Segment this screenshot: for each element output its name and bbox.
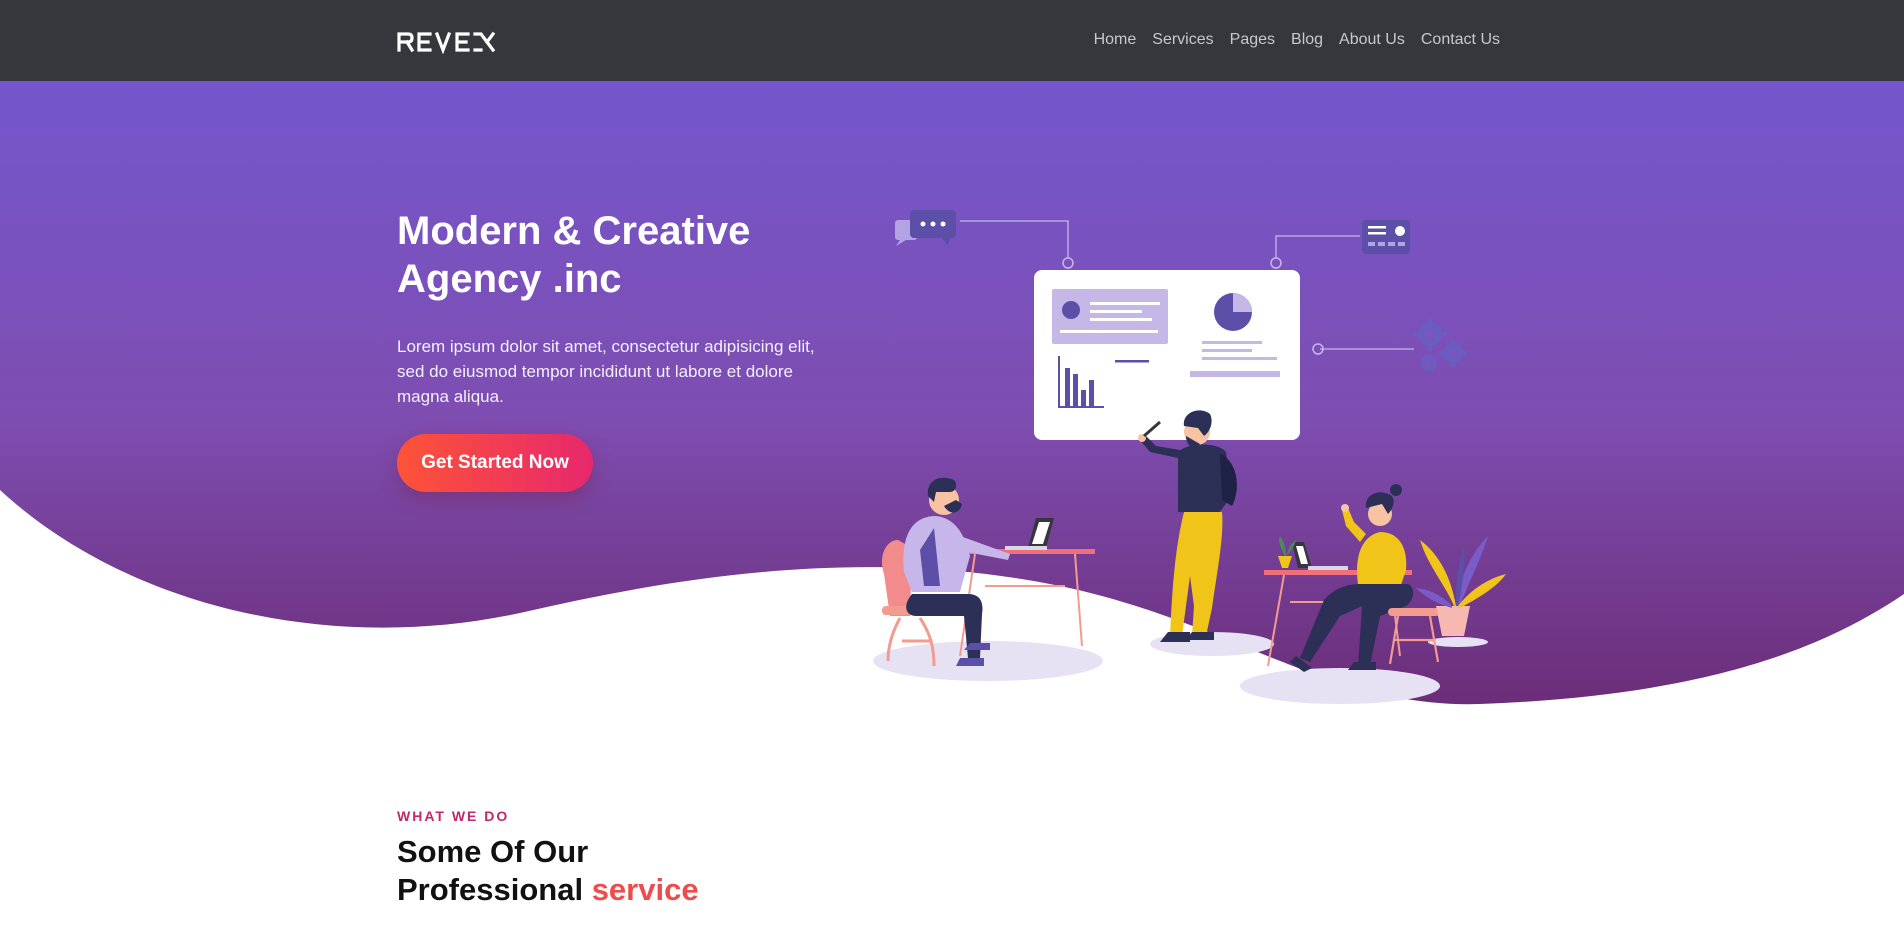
- nav-pages[interactable]: Pages: [1230, 28, 1275, 52]
- pie-chart-icon: [1214, 293, 1252, 331]
- logo-wordmark-icon: [397, 31, 496, 54]
- hero-section: Modern & Creative Agency .inc Lorem ipsu…: [0, 81, 1904, 711]
- nav-home[interactable]: Home: [1094, 28, 1137, 52]
- get-started-button[interactable]: Get Started Now: [397, 434, 593, 492]
- section-title-line2-prefix: Professional: [397, 872, 584, 907]
- main-nav: Home Services Pages Blog About Us Contac…: [1094, 28, 1500, 52]
- section-title-accent: service: [591, 872, 699, 907]
- team-working-illustration: [873, 210, 1506, 704]
- id-card-icon: [1362, 220, 1410, 254]
- hero-title-line2: Agency .inc: [397, 257, 622, 301]
- nav-about-us[interactable]: About Us: [1339, 28, 1405, 52]
- hero-title: Modern & Creative Agency .inc: [397, 207, 877, 303]
- nav-blog[interactable]: Blog: [1291, 28, 1323, 52]
- section-title-line1: Some Of Our: [397, 834, 589, 869]
- hero-title-line1: Modern & Creative: [397, 209, 751, 253]
- hero-description: Lorem ipsum dolor sit amet, consectetur …: [397, 337, 815, 406]
- nav-contact-us[interactable]: Contact Us: [1421, 28, 1500, 52]
- section-eyebrow: WHAT WE DO: [397, 808, 510, 824]
- gears-icon: [1413, 317, 1467, 371]
- logo[interactable]: [397, 30, 497, 54]
- nav-services[interactable]: Services: [1152, 28, 1213, 52]
- navbar: Home Services Pages Blog About Us Contac…: [0, 0, 1904, 81]
- chat-bubble-icon: [895, 210, 956, 246]
- section-title: Some Of Our Professional service: [397, 833, 699, 909]
